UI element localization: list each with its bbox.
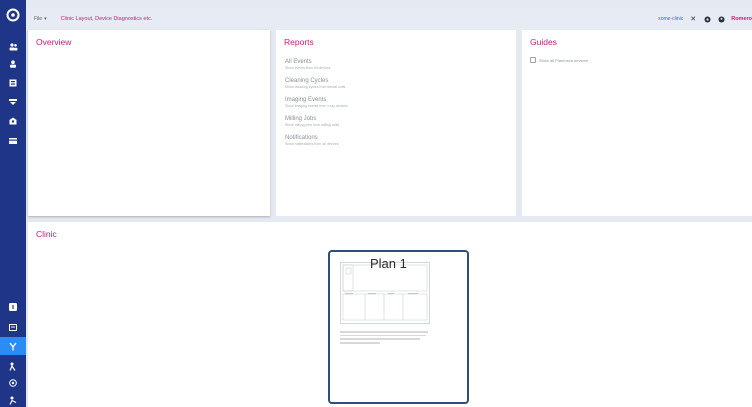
report-item-title: Cleaning Cycles: [285, 78, 329, 84]
mode-select[interactable]: File ▾: [34, 16, 47, 22]
report-item[interactable]: Notifications Show notifications from al…: [285, 134, 348, 147]
report-item-title: Imaging Events: [285, 97, 327, 103]
reports-title: Reports: [284, 37, 314, 47]
report-item[interactable]: All Events Show events from all devices: [285, 58, 348, 71]
plan-name: Plan 1: [370, 256, 407, 271]
report-item-title: All Events: [285, 59, 312, 65]
report-item-desc: Show cleaning cycles from dental units: [285, 85, 346, 89]
help-icon[interactable]: [6, 300, 20, 314]
app-logo-icon[interactable]: [4, 6, 22, 24]
show-all-devices-toggle[interactable]: Show all Planmeca devices: [530, 57, 588, 63]
top-right-actions: some-clinic ✕ Romero: [658, 8, 752, 30]
report-item-desc: Show imaging events from x-ray devices: [285, 104, 348, 108]
report-item[interactable]: Milling Jobs Show milling jobs from mill…: [285, 115, 348, 128]
devices-icon[interactable]: [6, 76, 20, 90]
overview-panel: Overview: [28, 30, 270, 216]
person-tool-icon[interactable]: [6, 359, 20, 373]
show-all-devices-checkbox[interactable]: [530, 57, 536, 63]
close-icon[interactable]: ✕: [689, 15, 697, 23]
report-list: All Events Show events from all devices …: [285, 58, 348, 153]
breadcrumb[interactable]: Clinic Layout, Device Diagnostics etc.: [61, 16, 153, 22]
message-icon[interactable]: [6, 320, 20, 334]
mode-select-label: File: [34, 16, 43, 22]
report-item[interactable]: Imaging Events Show imaging events from …: [285, 96, 348, 109]
guides-panel: Guides Show all Planmeca devices: [522, 30, 752, 216]
user-name[interactable]: Romero: [731, 16, 752, 22]
service-icon[interactable]: [6, 393, 20, 407]
user-icon[interactable]: [6, 57, 20, 71]
clinic-panel: Clinic Plan 1: [28, 222, 752, 407]
top-bar: File ▾ Clinic Layout, Device Diagnostics…: [26, 8, 752, 30]
floor-plan-thumbnail: [340, 262, 430, 324]
sidebar: [0, 0, 26, 407]
guides-title: Guides: [530, 37, 557, 47]
report-item-desc: Show events from all devices: [285, 66, 331, 70]
info-icon[interactable]: [6, 376, 20, 390]
report-item[interactable]: Cleaning Cycles Show cleaning cycles fro…: [285, 77, 348, 90]
account-icon[interactable]: [717, 15, 725, 23]
users-icon[interactable]: [6, 40, 20, 54]
clinic-icon[interactable]: [6, 114, 20, 128]
settings-icon[interactable]: [703, 15, 711, 23]
report-item-title: Milling Jobs: [285, 116, 317, 122]
chevron-down-icon: ▾: [44, 16, 47, 22]
plan-description-lines: [340, 331, 428, 346]
plan-card[interactable]: Plan 1: [328, 250, 469, 404]
card-icon[interactable]: [6, 134, 20, 148]
clinic-title: Clinic: [36, 229, 57, 239]
tool-icon[interactable]: [0, 337, 26, 355]
report-item-desc: Show notifications from all devices: [285, 142, 339, 146]
report-item-title: Notifications: [285, 135, 318, 141]
dropdown-icon[interactable]: [6, 95, 20, 109]
show-all-devices-label: Show all Planmeca devices: [539, 57, 588, 63]
report-item-desc: Show milling jobs from milling units: [285, 123, 340, 127]
clinic-link[interactable]: some-clinic: [658, 16, 683, 22]
reports-panel: Reports All Events Show events from all …: [276, 30, 516, 216]
overview-title: Overview: [36, 37, 72, 47]
